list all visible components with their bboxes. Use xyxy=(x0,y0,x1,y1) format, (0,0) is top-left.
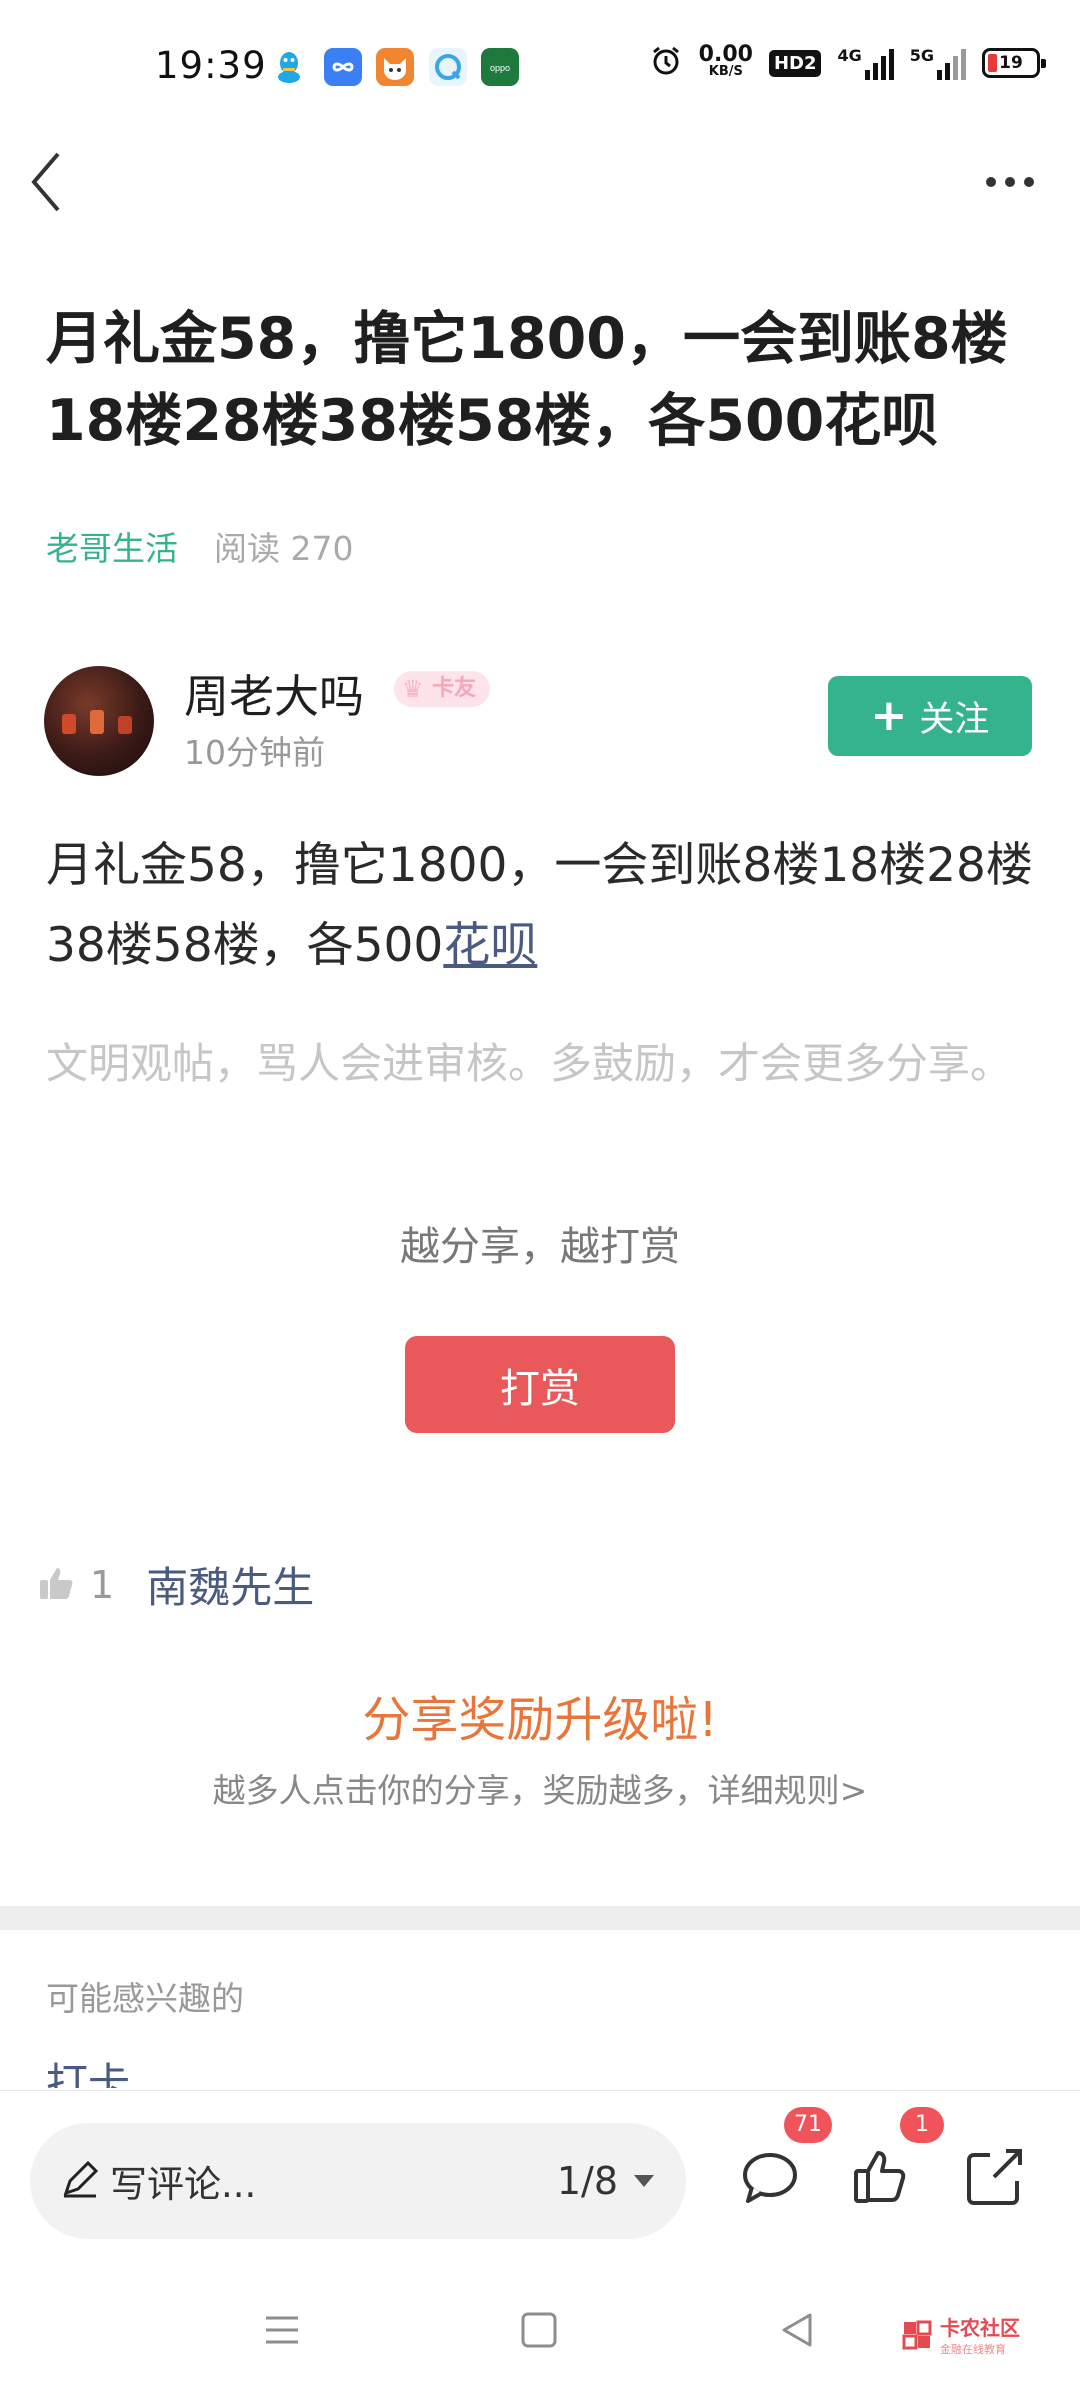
user-level-badge: 卡友 xyxy=(394,671,491,707)
comments-button[interactable]: 71 xyxy=(738,2107,832,2211)
thumb-up-icon xyxy=(38,1564,76,1606)
battery-icon: 19 xyxy=(982,48,1046,78)
more-dot xyxy=(1005,177,1015,187)
author-avatar[interactable] xyxy=(44,666,154,776)
share-icon xyxy=(967,2149,1022,2205)
post-meta: 老哥生活 阅读 270 xyxy=(46,522,353,570)
more-dot xyxy=(986,177,996,187)
hd-indicator: HD2 xyxy=(768,49,822,77)
share-promo-title: 分享奖励升级啦! xyxy=(362,1692,718,1748)
post-title: 月礼金58，撸它1800，一会到账8楼18楼28楼38楼58楼，各500花呗 xyxy=(46,306,1008,454)
comment-bubble-icon xyxy=(743,2153,797,2203)
share-button[interactable] xyxy=(960,2141,1030,2211)
nav-back-button[interactable] xyxy=(778,2310,818,2354)
interest-label: 可能感兴趣的 xyxy=(46,1979,244,2018)
menu-icon xyxy=(266,2316,298,2344)
read-count: 阅读 270 xyxy=(214,529,354,568)
like-button[interactable]: 1 xyxy=(848,2107,944,2211)
section-divider xyxy=(0,1906,1080,1930)
triangle-down-icon xyxy=(634,2175,654,2187)
signal-4g-label: 4G xyxy=(837,46,862,65)
follow-button[interactable]: + 关注 xyxy=(828,676,1032,756)
nav-home-button[interactable] xyxy=(519,2310,559,2354)
liker-name[interactable]: 南魏先生 xyxy=(146,1554,314,1615)
svg-text:oppo: oppo xyxy=(490,63,510,73)
pencil-icon xyxy=(60,2159,100,2203)
net-speed-value: 0.00 xyxy=(698,42,753,67)
post-body: 月礼金58，撸它1800，一会到账8楼18楼28楼38楼58楼，各500花呗 xyxy=(46,826,1046,986)
post-time: 10分钟前 xyxy=(184,733,325,772)
like-count: 1 xyxy=(90,1562,115,1607)
category-link[interactable]: 老哥生活 xyxy=(46,522,178,570)
civility-hint: 文明观帖，骂人会进审核。多鼓励，才会更多分享。 xyxy=(46,1039,1013,1088)
qq-icon xyxy=(270,48,308,86)
comment-placeholder: 写评论... xyxy=(110,2163,257,2206)
oppo-app-icon: oppo xyxy=(481,48,519,86)
battery-level: 19 xyxy=(999,53,1023,73)
follow-label: 关注 xyxy=(919,699,990,740)
share-rules-link[interactable]: 越多人点击你的分享，奖励越多，详细规则> xyxy=(0,1764,1080,1812)
more-dot xyxy=(1024,177,1034,187)
comment-input[interactable]: 写评论... 1/8 xyxy=(30,2123,686,2239)
more-button[interactable] xyxy=(974,170,1034,194)
interest-item[interactable]: 打卡 xyxy=(46,2050,130,2088)
home-square-icon xyxy=(521,2312,557,2348)
browser-app-icon xyxy=(429,48,467,86)
body-link[interactable]: 花呗 xyxy=(443,918,537,973)
system-nav-bar: 卡农社区 金融在线教育 xyxy=(0,2270,1080,2400)
likes-row: 1 南魏先生 xyxy=(38,1554,314,1615)
infinity-app-icon xyxy=(324,48,362,86)
post-body-text: 月礼金58，撸它1800，一会到账8楼18楼28楼38楼58楼，各500 xyxy=(46,838,1033,973)
signal-4g: 4G xyxy=(837,46,894,80)
reward-button[interactable]: 打赏 xyxy=(405,1336,675,1433)
thumb-up-icon xyxy=(854,2151,906,2203)
fox-app-icon xyxy=(376,48,414,86)
comment-count-badge: 71 xyxy=(784,2107,832,2143)
signal-5g-label: 5G xyxy=(909,46,934,65)
watermark-sub: 金融在线教育 xyxy=(940,2343,1006,2356)
kanong-logo-icon xyxy=(902,2320,932,2349)
plus-icon: + xyxy=(870,690,908,741)
signal-bars-icon xyxy=(937,46,966,80)
reward-caption: 越分享，越打赏 xyxy=(400,1224,680,1270)
back-button[interactable] xyxy=(26,148,72,216)
status-right-group: 0.00 KB/S HD2 4G 5G 19 xyxy=(649,42,1046,82)
watermark: 卡农社区 金融在线教育 xyxy=(900,2312,1020,2357)
page-indicator: 1/8 xyxy=(556,2159,618,2203)
signal-bars-icon xyxy=(864,46,894,80)
status-time: 19:39 xyxy=(155,44,267,87)
nav-menu-button[interactable] xyxy=(262,2310,302,2354)
signal-5g: 5G xyxy=(910,46,966,80)
author-name[interactable]: 周老大吗 xyxy=(184,660,364,725)
bottom-action-bar: 写评论... 1/8 71 1 xyxy=(0,2090,1080,2270)
page-selector[interactable]: 1/8 xyxy=(557,2159,656,2203)
like-count-badge: 1 xyxy=(900,2107,944,2143)
alarm-icon xyxy=(649,44,683,82)
chevron-left-icon xyxy=(31,152,60,212)
watermark-main: 卡农社区 xyxy=(940,2316,1020,2340)
net-speed: 0.00 KB/S xyxy=(698,42,753,80)
back-triangle-icon xyxy=(782,2313,812,2347)
status-bar: 19:39 oppo 0.00 KB/S HD2 4G 5G 19 xyxy=(0,0,1080,140)
